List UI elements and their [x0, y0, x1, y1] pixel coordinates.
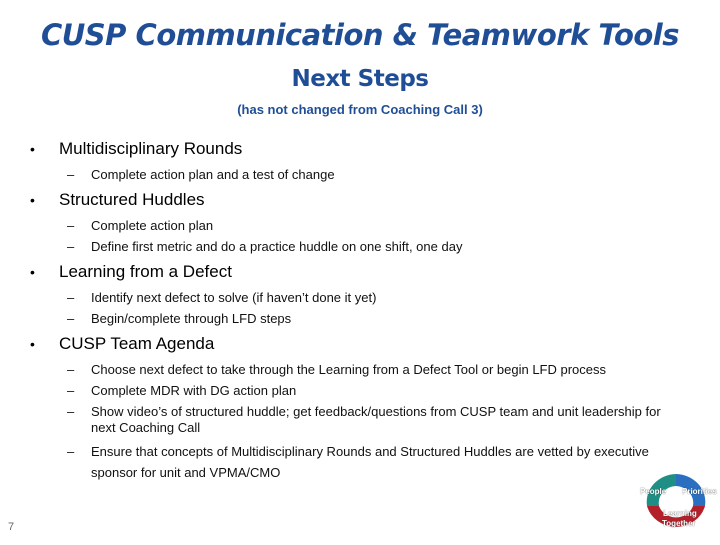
bullet-label: Structured Huddles: [59, 190, 205, 209]
sub-item-text: Complete MDR with DG action plan: [91, 383, 297, 398]
sub-item: – Complete MDR with DG action plan: [0, 383, 720, 399]
bullet-group-cusp-team-agenda: • CUSP Team Agenda – Choose next defect to…: [0, 333, 720, 483]
sub-item-text: Define first metric and do a practice hu…: [91, 239, 463, 254]
sub-item-text: Choose next defect to take through the L…: [91, 362, 607, 377]
sub-item: – Show video’s of structured huddle; get …: [0, 404, 720, 436]
slide-title: CUSP Communication & Teamwork Tools: [40, 18, 680, 52]
dash-icon: –: [67, 383, 75, 398]
bullet-label: Multidisciplinary Rounds: [59, 139, 243, 158]
sub-item-text: Begin/complete through LFD steps: [91, 311, 292, 326]
bullet-icon: •: [30, 264, 35, 280]
logo-label-priorities: Priorities: [682, 487, 717, 496]
dash-icon: –: [67, 444, 75, 459]
bullet-group-multidisciplinary-rounds: • Multidisciplinary Rounds – Complete acti…: [0, 138, 720, 183]
dash-icon: –: [67, 311, 75, 326]
sub-item: – Define first metric and do a practice h…: [0, 239, 720, 255]
bullet-item: • Learning from a Defect: [0, 261, 720, 283]
slide-note: (has not changed from Coaching Call 3): [237, 102, 483, 117]
bullet-item: • Structured Huddles: [0, 189, 720, 211]
sub-item-text: Identify next defect to solve (if haven’…: [91, 290, 377, 305]
sub-item-text: Complete action plan: [91, 218, 214, 233]
logo-ring-icon: [646, 474, 706, 527]
bullet-icon: •: [30, 336, 35, 352]
dash-icon: –: [67, 404, 75, 419]
sub-item: – Complete action plan: [0, 218, 720, 234]
sub-item: – Complete action plan and a test of chan…: [0, 167, 720, 183]
bullet-item: • CUSP Team Agenda: [0, 333, 720, 355]
dash-icon: –: [67, 239, 75, 254]
bullet-list: • Multidisciplinary Rounds – Complete acti…: [0, 138, 720, 489]
logo-label-learning: Learning: [663, 509, 697, 518]
sub-item: – Begin/complete through LFD steps: [0, 311, 720, 327]
dash-icon: –: [67, 290, 75, 305]
bullet-group-structured-huddles: • Structured Huddles – Complete action pla…: [0, 189, 720, 255]
sub-item: – Choose next defect to take through the …: [0, 362, 720, 378]
sub-item: – Identify next defect to solve (if haven…: [0, 290, 720, 306]
slide-subtitle: Next Steps: [291, 66, 430, 92]
sub-item-text: Ensure that concepts of Multidisciplinar…: [91, 444, 649, 480]
bullet-item: • Multidisciplinary Rounds: [0, 138, 720, 160]
sub-item: – Ensure that concepts of Multidisciplina…: [0, 441, 720, 483]
logo-label-people: People: [640, 487, 667, 496]
sub-item-text: Show video’s of structured huddle; get f…: [91, 404, 661, 435]
bullet-icon: •: [30, 141, 35, 157]
logo-label-together: Together: [662, 519, 696, 528]
dash-icon: –: [67, 218, 75, 233]
sub-item-text: Complete action plan and a test of chang…: [91, 167, 335, 182]
dash-icon: –: [67, 362, 75, 377]
bullet-label: Learning from a Defect: [59, 262, 232, 281]
bullet-icon: •: [30, 192, 35, 208]
dash-icon: –: [67, 167, 75, 182]
bullet-group-learning-from-a-defect: • Learning from a Defect – Identify next d…: [0, 261, 720, 327]
cusp-logo: People Priorities Learning Together: [633, 464, 719, 540]
bullet-label: CUSP Team Agenda: [59, 334, 215, 353]
page-number: 7: [8, 521, 15, 533]
